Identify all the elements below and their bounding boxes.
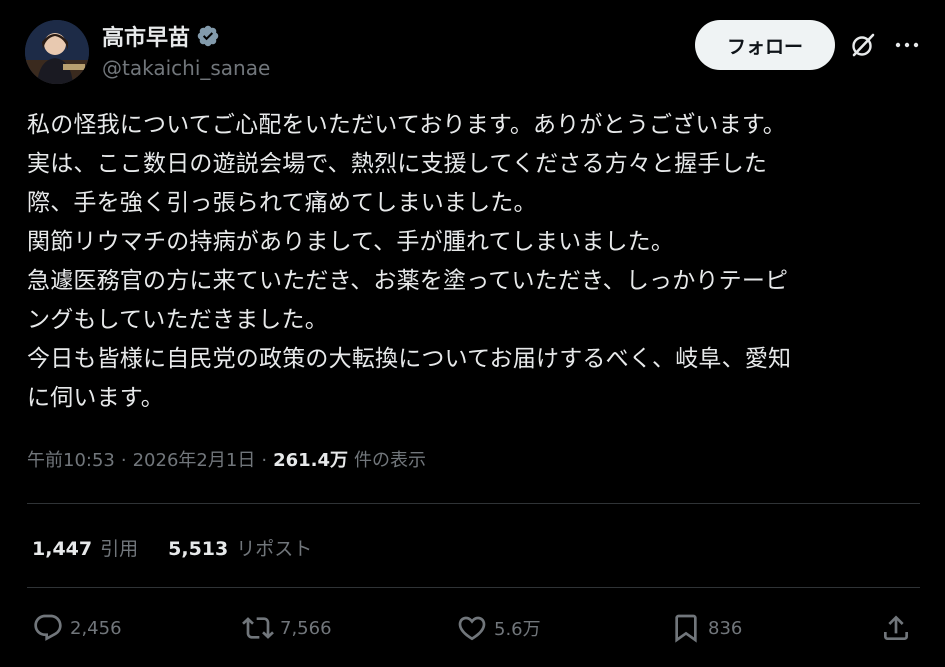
tweet-time[interactable]: 午前10:53 xyxy=(27,446,115,472)
bookmark-icon xyxy=(675,614,697,643)
follow-button[interactable]: フォロー xyxy=(695,20,835,70)
reply-count: 2,456 xyxy=(70,617,122,639)
quotes-count: 1,447 xyxy=(32,538,93,560)
display-name-row[interactable]: 高市早苗 xyxy=(102,20,220,52)
divider xyxy=(27,587,920,588)
tweet-text: 私の怪我についてご心配をいただいております。ありがとうございます。 実は、ここ数… xyxy=(27,112,792,411)
more-dots-icon[interactable] xyxy=(893,33,921,57)
avatar-image xyxy=(25,20,89,84)
like-count: 5.6万 xyxy=(494,619,541,640)
meta-separator: · xyxy=(261,450,268,471)
verified-badge-icon xyxy=(197,25,219,47)
share-icon xyxy=(884,615,908,640)
share-button[interactable] xyxy=(880,610,912,646)
quotes-stat[interactable]: 1,447 引用 xyxy=(32,534,138,561)
divider xyxy=(27,503,920,504)
avatar[interactable] xyxy=(25,20,89,84)
tweet-meta: 午前10:53 · 2026年2月1日 · 261.4万 件の表示 xyxy=(27,446,426,472)
quotes-label: 引用 xyxy=(100,538,139,560)
reposts-label: リポスト xyxy=(236,538,313,560)
display-name[interactable]: 高市早苗 xyxy=(102,20,190,52)
user-handle[interactable]: @takaichi_sanae xyxy=(102,56,270,80)
engagement-stats: 1,447 引用 5,513 リポスト xyxy=(32,534,342,561)
reply-button[interactable]: 2,456 xyxy=(32,610,122,646)
bookmark-button[interactable]: 836 xyxy=(670,610,742,646)
tweet-date[interactable]: 2026年2月1日 xyxy=(133,446,256,472)
reposts-count: 5,513 xyxy=(168,538,229,560)
like-button[interactable]: 5.6万 xyxy=(456,610,541,646)
repost-button[interactable]: 7,566 xyxy=(242,610,332,646)
repost-count: 7,566 xyxy=(280,617,332,639)
reposts-stat[interactable]: 5,513 リポスト xyxy=(168,534,312,561)
views-label: 件の表示 xyxy=(354,450,426,471)
heart-icon xyxy=(458,616,486,641)
bookmark-count: 836 xyxy=(708,617,743,639)
meta-separator: · xyxy=(120,450,127,471)
views-count[interactable]: 261.4万 xyxy=(273,446,348,472)
grok-icon[interactable] xyxy=(849,31,877,59)
reply-icon xyxy=(34,614,62,641)
repost-icon xyxy=(242,617,274,639)
